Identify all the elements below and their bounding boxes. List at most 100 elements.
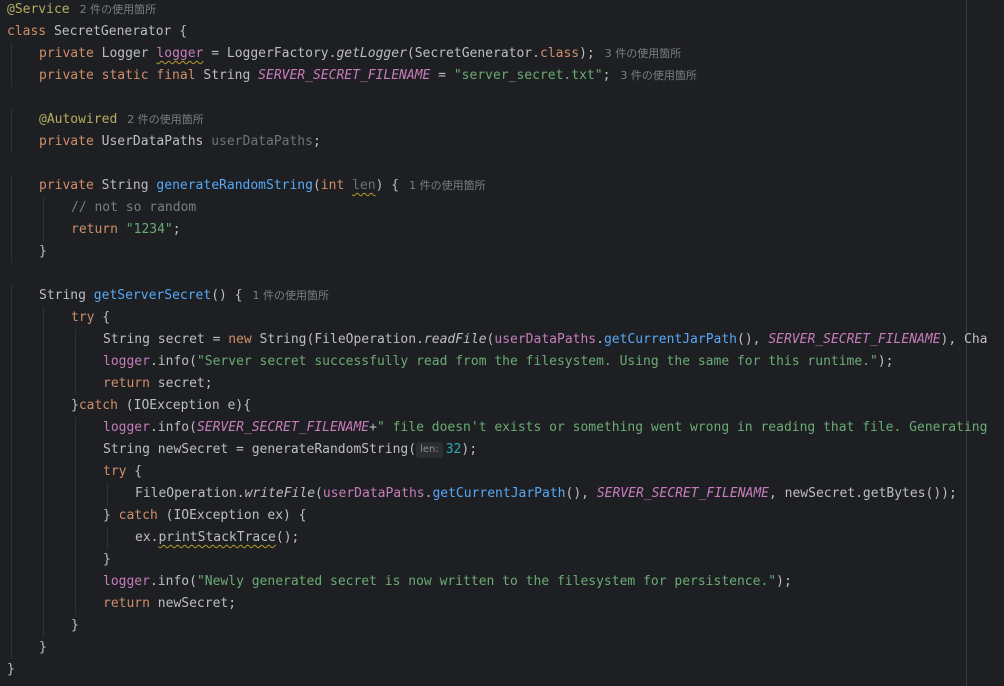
indent-guide	[11, 505, 12, 527]
code-token: getCurrentJarPath	[603, 332, 738, 347]
indent-guide	[75, 417, 76, 439]
code-token: writeFile	[244, 486, 316, 501]
indent-guide	[11, 351, 12, 373]
code-line[interactable]: private UserDataPaths userDataPaths;	[0, 131, 1004, 153]
indent-guide	[43, 307, 44, 329]
indent-guide	[43, 329, 44, 351]
code-line[interactable]: @Service 2 件の使用箇所	[0, 0, 1004, 21]
code-token: .info(	[149, 574, 197, 589]
code-token: @Autowired	[39, 112, 118, 127]
indent-guide	[75, 373, 76, 395]
code-line[interactable]: logger.info("Newly generated secret is n…	[0, 571, 1004, 593]
usage-count-hint[interactable]: 2 件の使用箇所	[127, 113, 204, 126]
indent-guide	[75, 593, 76, 615]
usage-count-hint[interactable]: 1 件の使用箇所	[409, 179, 486, 192]
code-line[interactable]: return newSecret;	[0, 593, 1004, 615]
code-line[interactable]: logger.info("Server secret successfully …	[0, 351, 1004, 373]
indent-guide	[11, 461, 12, 483]
code-line[interactable]: private static final String SERVER_SECRE…	[0, 65, 1004, 87]
indent-guide	[107, 483, 108, 505]
code-line[interactable]: }	[0, 637, 1004, 659]
indent-guide	[43, 615, 44, 637]
indent-guide	[43, 571, 44, 593]
code-line[interactable]: }	[0, 241, 1004, 263]
code-token: secret;	[157, 376, 213, 391]
code-token: userDataPaths	[494, 332, 597, 347]
code-line[interactable]	[0, 87, 1004, 109]
indent-guide	[11, 307, 12, 329]
code-token: +	[369, 420, 377, 435]
code-token: (	[315, 486, 323, 501]
code-editor[interactable]: @Service 2 件の使用箇所 class SecretGenerator {p…	[0, 0, 1004, 686]
code-token: }	[103, 508, 119, 523]
indent-guide	[11, 219, 12, 241]
code-token: class	[539, 46, 580, 61]
code-line[interactable]: return secret;	[0, 373, 1004, 395]
code-token: String	[101, 178, 157, 193]
code-token: int	[320, 178, 353, 193]
code-token: FileOperation.	[135, 486, 245, 501]
usage-count-hint[interactable]: 2 件の使用箇所	[80, 3, 157, 16]
code-line[interactable]	[0, 153, 1004, 175]
code-line[interactable]: // not so random	[0, 197, 1004, 219]
code-line[interactable]: ex.printStackTrace();	[0, 527, 1004, 549]
indent-guide	[75, 461, 76, 483]
indent-guide	[43, 461, 44, 483]
code-line[interactable]: String getServerSecret() {1 件の使用箇所	[0, 285, 1004, 307]
indent-guide	[11, 637, 12, 659]
code-token: {	[126, 464, 143, 479]
code-line[interactable]: FileOperation.writeFile(userDataPaths.ge…	[0, 483, 1004, 505]
code-token: userDataPaths	[322, 486, 425, 501]
indent-guide	[107, 527, 108, 549]
code-line[interactable]: }	[0, 659, 1004, 681]
code-line[interactable]: private String generateRandomString(int …	[0, 175, 1004, 197]
code-line[interactable]: @Autowired 2 件の使用箇所	[0, 109, 1004, 131]
code-token: private	[39, 46, 102, 61]
code-token: private static final	[39, 68, 204, 83]
code-line[interactable]: private Logger logger = LoggerFactory.ge…	[0, 43, 1004, 65]
usage-count-hint[interactable]: 1 件の使用箇所	[253, 289, 330, 302]
code-token: }	[71, 618, 79, 633]
code-line[interactable]: }catch (IOException e){	[0, 395, 1004, 417]
code-line[interactable]: class SecretGenerator {	[0, 21, 1004, 43]
code-token: ;	[172, 222, 181, 237]
usage-count-hint[interactable]: 3 件の使用箇所	[620, 69, 697, 82]
indent-guide	[75, 505, 76, 527]
code-line[interactable]: logger.info(SERVER_SECRET_FILENAME+" fil…	[0, 417, 1004, 439]
code-token: ;	[602, 68, 611, 83]
code-token: new	[228, 332, 260, 347]
indent-guide	[11, 549, 12, 571]
code-line[interactable]: return "1234";	[0, 219, 1004, 241]
code-line[interactable]: } catch (IOException ex) {	[0, 505, 1004, 527]
code-token: "1234"	[125, 222, 173, 237]
usage-count-hint[interactable]: 3 件の使用箇所	[605, 47, 682, 60]
code-line[interactable]	[0, 263, 1004, 285]
code-lines[interactable]: @Service 2 件の使用箇所 class SecretGenerator {p…	[0, 0, 1004, 681]
code-token: = LoggerFactory.	[203, 46, 337, 61]
indent-guide	[43, 483, 44, 505]
code-token: SERVER_SECRET_FILENAME	[196, 420, 370, 435]
code-token: " file doesn't exists or something went …	[376, 420, 988, 435]
indent-guide	[75, 329, 76, 351]
code-line[interactable]: try {	[0, 461, 1004, 483]
code-token: UserDataPaths	[101, 134, 212, 149]
indent-guide	[11, 395, 12, 417]
indent-guide	[11, 439, 12, 461]
code-token: SecretGenerator {	[53, 24, 188, 39]
indent-guide	[11, 615, 12, 637]
code-line[interactable]: }	[0, 615, 1004, 637]
code-token: (IOException e){	[117, 398, 252, 413]
indent-guide	[43, 549, 44, 571]
code-token: logger	[103, 420, 150, 435]
code-token: "Newly generated secret is now written t…	[196, 574, 777, 589]
code-line[interactable]: String newSecret = generateRandomString(…	[0, 439, 1004, 461]
code-line[interactable]: }	[0, 549, 1004, 571]
code-token: );	[461, 442, 478, 457]
code-token: );	[776, 574, 792, 589]
code-token: .info(	[149, 420, 197, 435]
code-token: );	[579, 46, 595, 61]
indent-guide	[43, 505, 44, 527]
code-line[interactable]: try {	[0, 307, 1004, 329]
code-line[interactable]: String secret = new String(FileOperation…	[0, 329, 1004, 351]
code-token: (),	[565, 486, 597, 501]
